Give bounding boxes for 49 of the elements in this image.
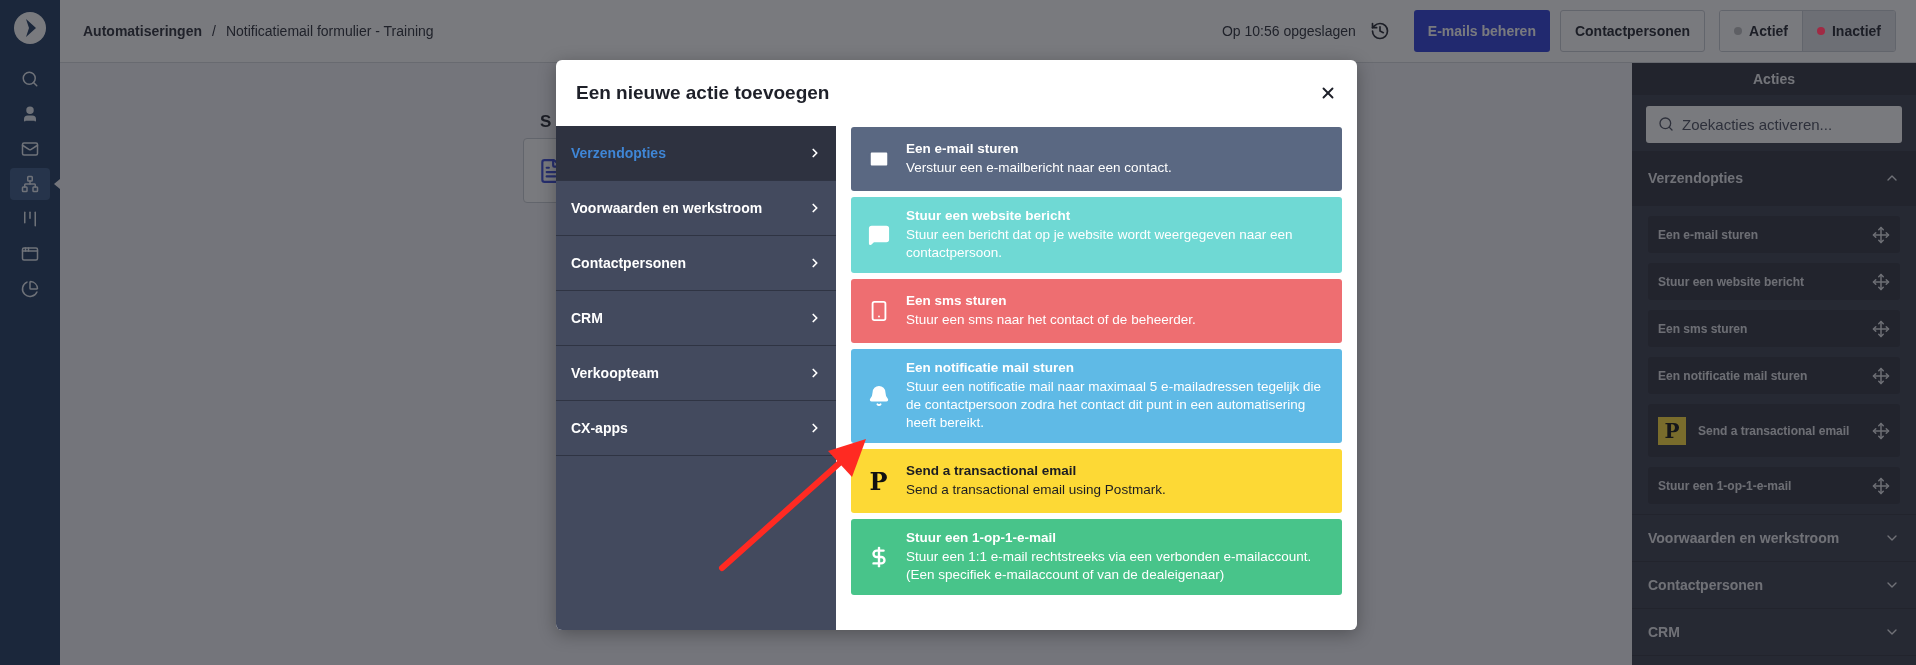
section-header[interactable]: Voorwaarden en werkstroom xyxy=(1632,515,1916,562)
envelope-icon xyxy=(21,140,39,158)
app-logo[interactable] xyxy=(13,11,47,45)
manage-emails-button[interactable]: E-mails beheren xyxy=(1413,10,1550,52)
action-item[interactable]: Stuur een 1-op-1-e-mail xyxy=(1648,467,1900,504)
chat-bubble-icon xyxy=(867,224,890,246)
action-card[interactable]: Een notificatie mail sturen Stuur een notificatie mail naar maximaal 5 e-mailadressen tegelijk die de contactpersoon zodra het contact dit punt in een automatisering heeft bereikt. xyxy=(851,349,1342,443)
pie-chart-icon xyxy=(21,280,39,298)
action-item[interactable]: Een e-mail sturen xyxy=(1648,216,1900,253)
move-icon[interactable] xyxy=(1872,366,1890,385)
move-icon[interactable] xyxy=(1872,225,1890,244)
node-title: S xyxy=(540,112,552,132)
move-icon[interactable] xyxy=(1872,272,1890,291)
dialog-title: Een nieuwe actie toevoegen xyxy=(576,82,830,104)
action-card[interactable]: Stuur een website bericht Stuur een bericht dat op je website wordt weergegeven naar een contactpersoon. xyxy=(851,197,1342,273)
contacts-button[interactable]: Contactpersonen xyxy=(1559,10,1706,52)
window-icon xyxy=(21,245,39,263)
action-card[interactable]: Een e-mail sturen Verstuur een e-mailbericht naar een contact. xyxy=(851,127,1342,191)
action-item[interactable]: P Send a transactional email xyxy=(1648,404,1900,457)
action-card[interactable]: Een sms sturen Stuur een sms naar het contact of de beheerder. xyxy=(851,279,1342,343)
search-icon xyxy=(21,70,39,88)
history-icon[interactable] xyxy=(1369,21,1390,41)
section-header[interactable]: CRM xyxy=(1632,609,1916,656)
postmark-logo: P xyxy=(1658,416,1686,445)
action-item[interactable]: Stuur een website bericht xyxy=(1648,263,1900,300)
section-header[interactable]: Contactpersonen xyxy=(1632,562,1916,609)
bell-icon xyxy=(867,385,890,407)
move-icon[interactable] xyxy=(1872,421,1890,440)
action-card[interactable]: Stuur een 1-op-1-e-mail Stuur een 1:1 e-mail rechtstreeks via een verbonden e-mailaccount. (Een specifiek e-mailaccount of van de dealeigenaar) xyxy=(851,519,1342,595)
sitemap-icon xyxy=(21,175,39,193)
move-icon[interactable] xyxy=(1872,476,1890,495)
sidebar-title: Acties xyxy=(1632,63,1916,95)
active-pointer xyxy=(54,179,60,189)
category-item[interactable]: Verzendopties xyxy=(556,126,836,181)
action-item[interactable]: Een notificatie mail sturen xyxy=(1648,357,1900,394)
person-icon xyxy=(21,105,39,123)
postmark-logo: P xyxy=(869,466,888,496)
saved-status: Op 10:56 opgeslagen xyxy=(1221,23,1356,39)
breadcrumb-link[interactable]: Automatiseringen xyxy=(83,23,202,39)
action-card[interactable]: P Send a transactional email Send a transactional email using Postmark. xyxy=(851,449,1342,513)
page-title: Notificatiemail formulier - Training xyxy=(225,23,434,39)
action-item[interactable]: Een sms sturen xyxy=(1648,310,1900,347)
status-option[interactable]: Inactief xyxy=(1802,11,1895,51)
search-icon xyxy=(1658,116,1674,132)
columns-icon xyxy=(21,210,39,228)
search-field[interactable]: Zoekacties activeren... xyxy=(1646,106,1902,143)
breadcrumb-separator: / xyxy=(212,23,216,39)
section-header[interactable]: Verzendopties xyxy=(1632,151,1916,206)
move-icon[interactable] xyxy=(1872,319,1890,338)
